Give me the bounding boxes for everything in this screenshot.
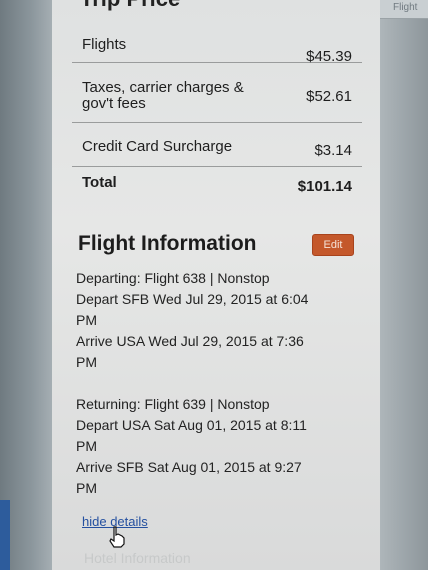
hand-pointer-icon (109, 526, 125, 548)
price-row-label: Credit Card Surcharge (82, 138, 233, 155)
arrive-time-line-cont: PM (76, 480, 97, 496)
depart-time-line: Depart USA Sat Aug 01, 2015 at 8:11 (76, 417, 307, 433)
hotel-information-faded: Hotel Information (84, 550, 191, 566)
returning-flight-line: Returning: Flight 639 | Nonstop (76, 396, 270, 412)
trip-price-heading: Trip Price (80, 0, 180, 12)
price-row-surcharge: Credit Card Surcharge $3.14 (72, 122, 362, 167)
price-row-label: Flights (82, 36, 127, 53)
price-row-value: $52.61 (306, 88, 352, 105)
depart-time-line: Depart SFB Wed Jul 29, 2015 at 6:04 (76, 291, 309, 307)
depart-time-line-cont: PM (76, 438, 97, 454)
price-row-value: $3.14 (314, 142, 352, 159)
price-row-taxes: Taxes, carrier charges & gov't fees $52.… (72, 62, 362, 123)
background-right-label: Flight (393, 2, 418, 13)
departing-details: Departing: Flight 638 | Nonstop Depart S… (76, 268, 308, 373)
price-row-label: Taxes, carrier charges & gov't fees (82, 79, 244, 112)
background-right-surface (380, 0, 428, 570)
total-label: Total (82, 174, 117, 191)
arrive-time-line-cont: PM (76, 354, 97, 370)
total-value: $101.14 (297, 178, 352, 195)
returning-details: Returning: Flight 639 | Nonstop Depart U… (76, 394, 307, 499)
flight-information-title: Flight Information (78, 232, 257, 255)
background-blue-object (0, 500, 10, 570)
arrive-time-line: Arrive SFB Sat Aug 01, 2015 at 9:27 (76, 459, 302, 475)
trip-price-panel: Trip Price Flights $45.39 Taxes, carrier… (52, 0, 380, 570)
departing-flight-line: Departing: Flight 638 | Nonstop (76, 270, 270, 286)
price-row-flights: Flights $45.39 (72, 30, 362, 65)
edit-button[interactable]: Edit (312, 234, 354, 256)
depart-time-line-cont: PM (76, 312, 97, 328)
arrive-time-line: Arrive USA Wed Jul 29, 2015 at 7:36 (76, 333, 304, 349)
price-row-total: Total $101.14 (72, 166, 362, 200)
background-left-surface (0, 0, 52, 570)
